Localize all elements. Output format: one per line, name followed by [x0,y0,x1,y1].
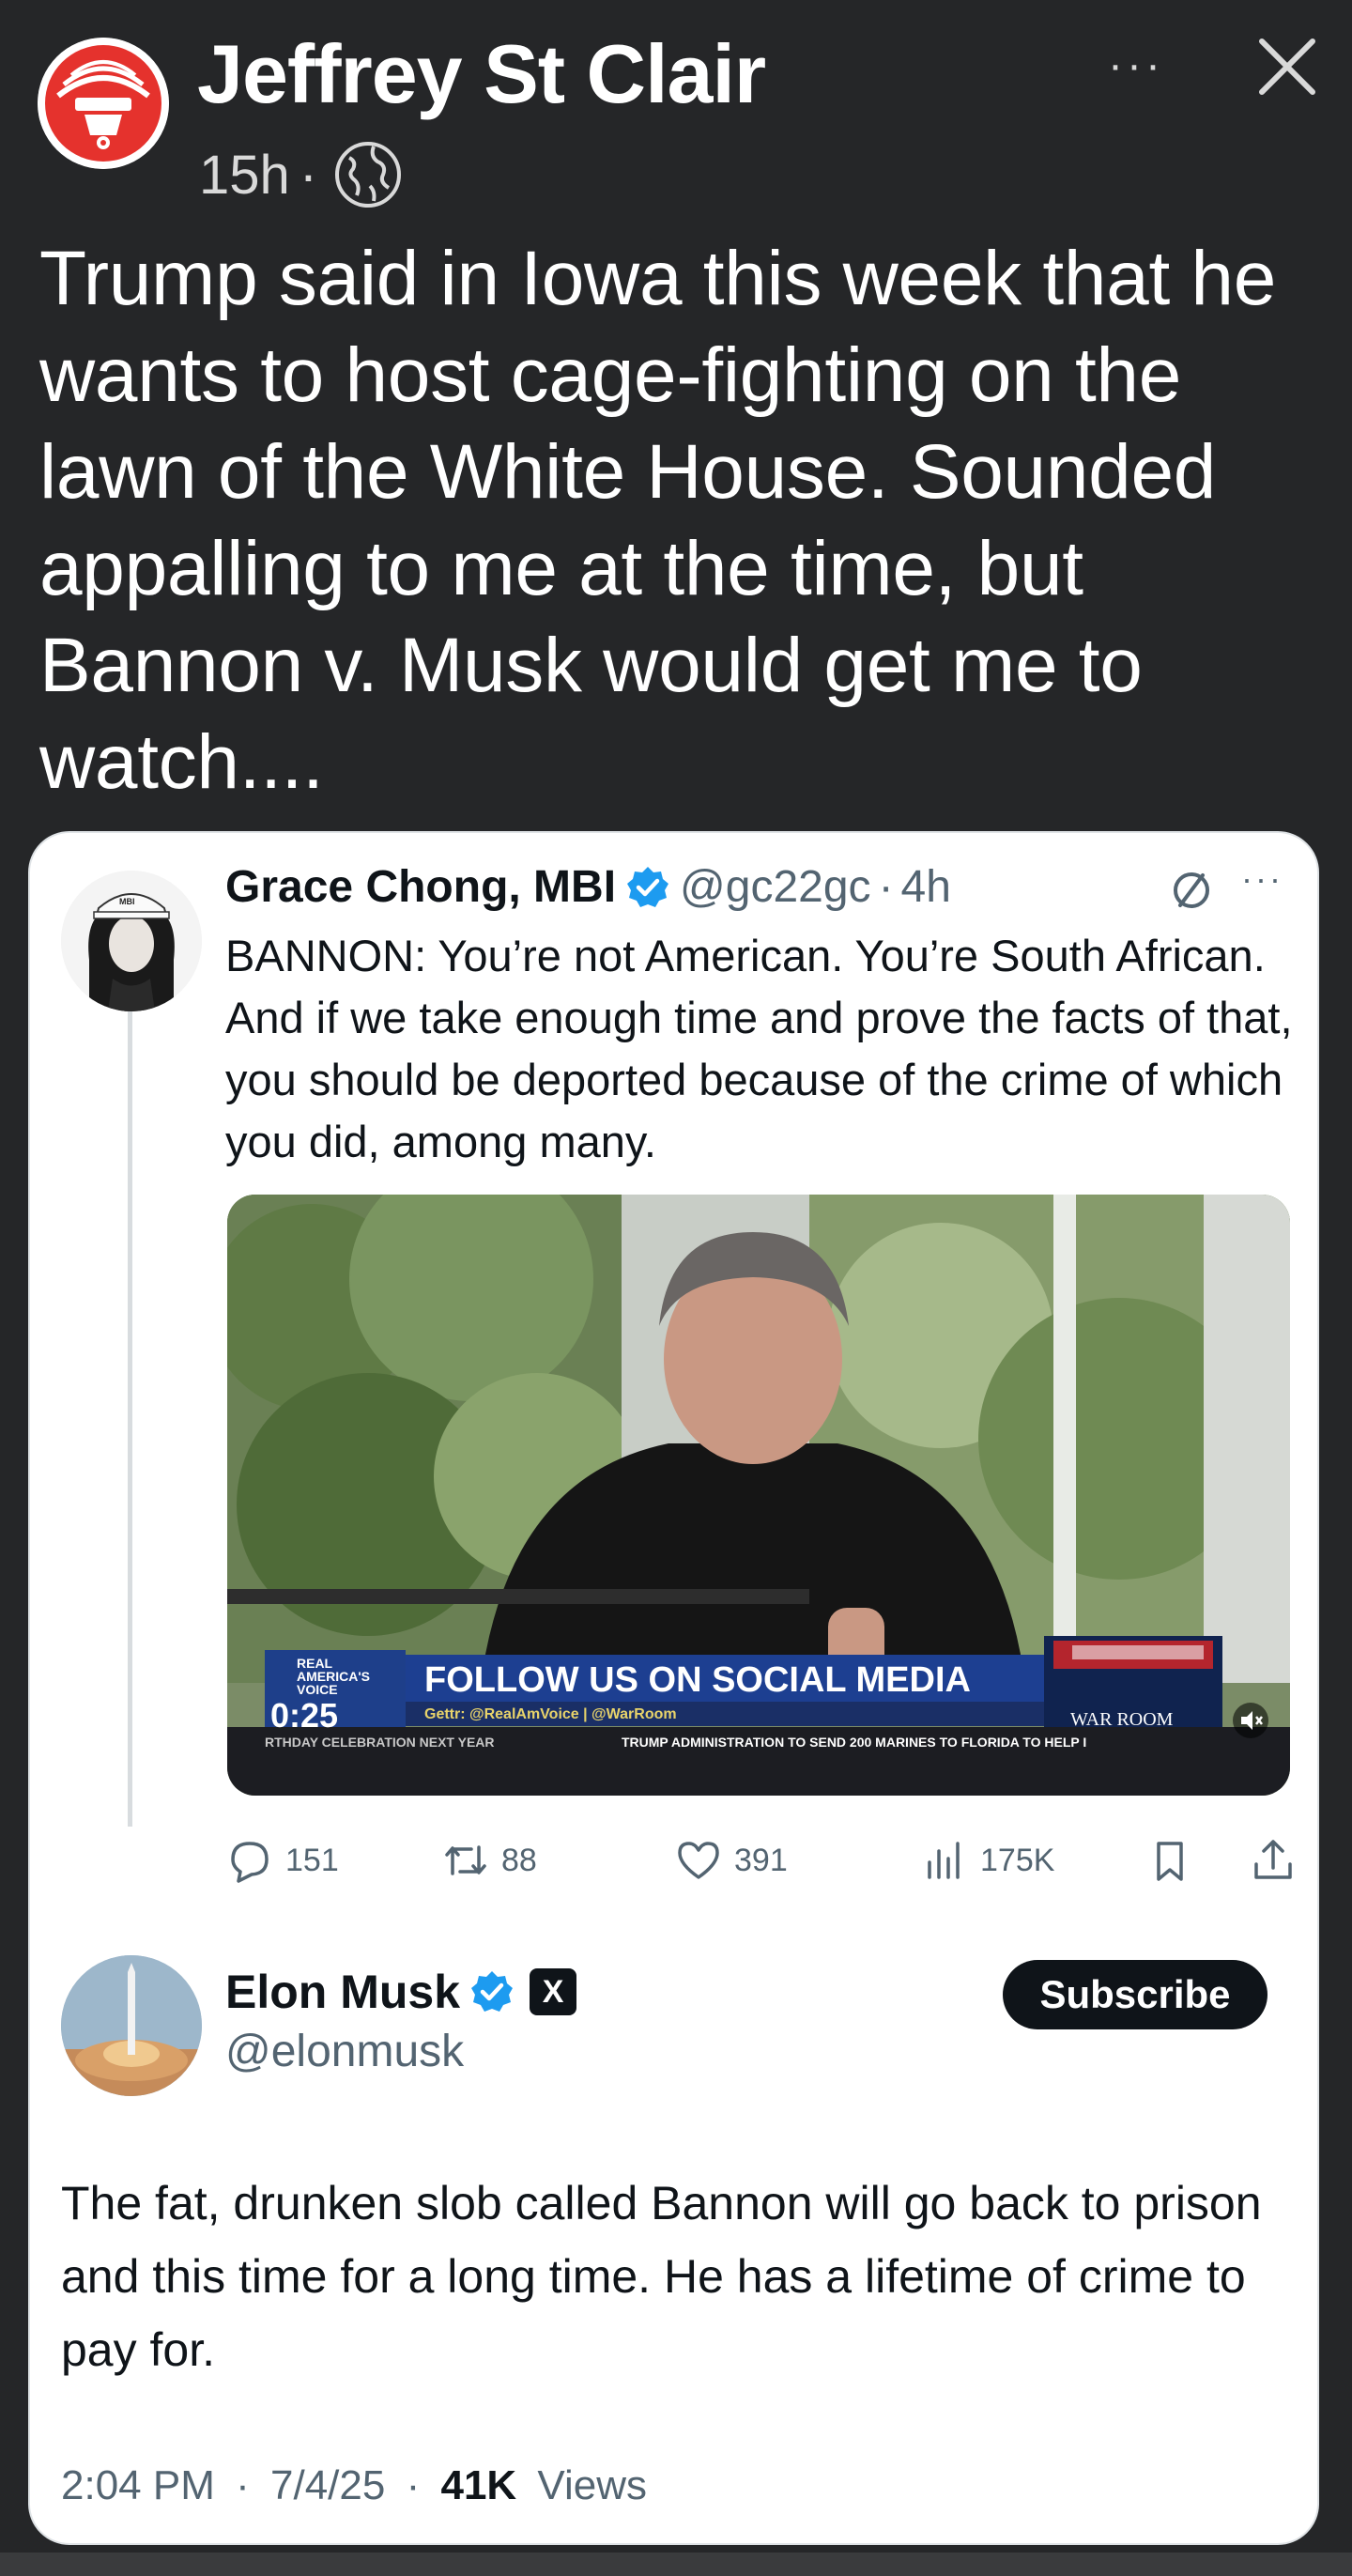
post-time[interactable]: 15h [199,144,290,207]
tweet-timestamp-row: 2:04 PM · 7/4/25 · 41K Views [61,2462,647,2509]
news-ticker-right: TRUMP ADMINISTRATION TO SEND 200 MARINES… [622,1735,1087,1750]
views-label: Views [537,2462,647,2508]
repost-icon [445,1845,486,1875]
grace-chong-avatar[interactable]: MBI [61,871,202,1011]
video-thumbnail-image [227,1195,1290,1796]
tweet-action-bar: 151 88 391 175K [225,1828,1314,1894]
globe-icon [335,142,402,208]
close-icon[interactable] [1254,34,1320,100]
reply-icon [231,1842,269,1883]
tweet-body-text: The fat, drunken slob called Bannon will… [61,2177,1262,2376]
tweet-author-name[interactable]: Grace Chong, MBI [225,861,616,913]
meta-separator: · [406,2462,421,2508]
post-meta: 15h · [199,139,404,210]
tweet-more-button[interactable]: ··· [1241,859,1283,899]
reply-count: 151 [285,1842,339,1878]
woman-portrait-avatar-image: MBI [61,871,202,1011]
news-ticker-left: RTHDAY CELEBRATION NEXT YEAR [265,1735,495,1750]
share-action[interactable] [1249,1836,1309,1885]
video-banner-text: FOLLOW US ON SOCIAL MEDIA [424,1660,971,1700]
bookmark-icon [1157,1842,1183,1881]
rocket-launch-avatar-image [61,1955,202,2096]
like-action[interactable]: 391 [674,1836,788,1885]
tweet-date[interactable]: 7/4/25 [270,2462,385,2508]
speaker-icon[interactable] [1230,1702,1271,1739]
tweet-screenshot-card[interactable]: MBI Grace Chong, MBI @gc22gc · 4h ··· BA… [28,831,1319,2545]
elon-musk-avatar[interactable] [61,1955,202,2096]
verified-icon [471,1971,514,2012]
more-options-button[interactable]: ··· [1108,38,1164,94]
bottom-edge-strip [0,2553,1352,2576]
share-icon [1254,1840,1292,1879]
verified-icon [627,866,669,907]
like-count: 391 [734,1842,788,1878]
reply-action[interactable]: 151 [225,1836,339,1885]
tweet-author-handle[interactable]: @elonmusk [225,2026,464,2077]
network-logo-text: REAL AMERICA'S VOICE [297,1656,370,1697]
subscribe-button[interactable]: Subscribe [1003,1960,1268,2029]
repost-action[interactable]: 88 [441,1836,537,1885]
meta-separator: · [299,144,318,206]
tweet-video[interactable]: REAL AMERICA'S VOICE FOLLOW US ON SOCIAL… [227,1195,1290,1796]
author-avatar[interactable] [38,38,169,169]
views-action[interactable]: 175K [920,1836,1054,1885]
tweet-time[interactable]: 4h [901,861,951,913]
bookmark-action[interactable] [1145,1836,1206,1885]
tweet-time[interactable]: 2:04 PM [61,2462,215,2508]
tweet-author-row: Grace Chong, MBI @gc22gc · 4h [225,861,951,913]
post-author-name[interactable]: Jeffrey St Clair [197,26,766,122]
war-room-logo-text: WAR ROOM [1070,1709,1174,1730]
tweet-author-row: Elon Musk X [225,1965,577,2019]
handle-separator: · [878,862,894,912]
video-duration: 0:25 [270,1696,339,1735]
tweet-author-name[interactable]: Elon Musk [225,1965,460,2019]
meta-separator: · [236,2462,250,2508]
post-body-text: Trump said in Iowa this week that he wan… [39,236,1277,805]
views-count: 41K [440,2462,517,2508]
facebook-post-header: Jeffrey St Clair 15h · ··· Trump said in… [0,0,1352,824]
thread-connector-line [128,1011,132,1827]
avatar-cap-text: MBI [119,897,135,906]
views-count: 175K [980,1842,1055,1878]
views-icon [928,1842,960,1879]
tweet-author-handle[interactable]: @gc22gc [680,861,871,913]
like-icon [678,1842,719,1879]
author-avatar-logo-icon [38,38,169,169]
x-logo-icon: X [530,1968,577,2015]
no-sign-icon[interactable] [1168,867,1215,914]
repost-count: 88 [501,1842,537,1878]
tweet-body-text: BANNON: You’re not American. You’re Sout… [225,931,1293,1166]
video-social-handles: Gettr: @RealAmVoice | @WarRoom [424,1706,677,1722]
